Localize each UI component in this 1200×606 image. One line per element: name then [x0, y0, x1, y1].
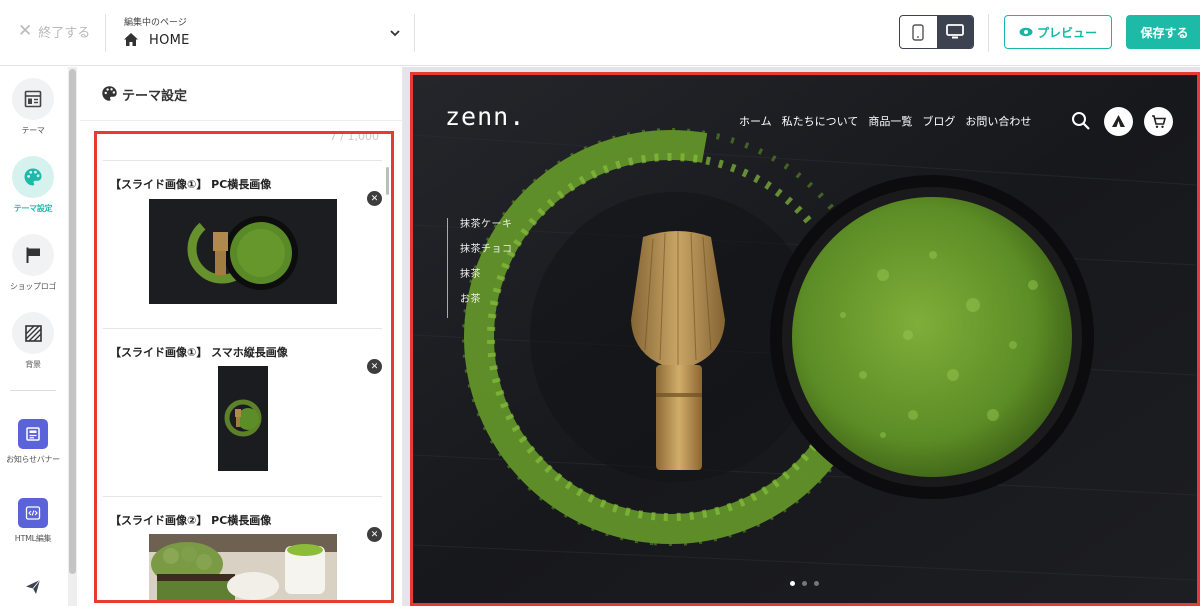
page-selector-value: HOME	[149, 33, 190, 48]
monitor-icon	[945, 24, 964, 39]
scrollbar-thumb[interactable]	[69, 69, 76, 574]
sidebar-rail: テーマ テーマ設定 ショップロゴ 背景 お知らせバナー HTML編集	[0, 67, 66, 606]
category-link[interactable]: 抹茶	[460, 268, 513, 293]
site-nav: ホーム 私たちについて 商品一覧 ブログ お問い合わせ	[739, 113, 1031, 129]
sidebar-item-label: お知らせバナー	[6, 455, 60, 464]
mobile-view-button[interactable]	[900, 16, 937, 48]
close-icon: ✕	[370, 529, 379, 540]
cart-icon	[1152, 115, 1166, 128]
sidebar-item-theme[interactable]: テーマ	[0, 78, 66, 136]
slider-dot[interactable]	[802, 581, 807, 586]
nav-item[interactable]: ホーム	[739, 113, 772, 129]
remove-image-button[interactable]: ✕	[367, 191, 382, 206]
cart-button[interactable]	[1144, 107, 1173, 136]
banner-icon	[26, 427, 40, 441]
nav-item[interactable]: ブログ	[922, 113, 955, 129]
chevron-down-icon	[390, 30, 400, 37]
panel-scrollbar-thumb[interactable]	[386, 167, 389, 195]
sidebar-scrollbar[interactable]	[68, 67, 77, 606]
save-button[interactable]: 保存する	[1126, 15, 1200, 49]
smartphone-icon	[912, 23, 924, 41]
sidebar-item-label: テーマ設定	[13, 204, 53, 213]
nav-item[interactable]: 私たちについて	[782, 113, 859, 129]
paper-plane-icon	[26, 579, 41, 594]
site-logo[interactable]: zenn.	[445, 102, 525, 131]
category-link[interactable]: 抹茶ケーキ	[460, 218, 513, 243]
slide-image-thumbnail[interactable]	[149, 199, 337, 304]
exit-button[interactable]: ✕ 終了する	[18, 21, 91, 42]
page-selector[interactable]: 編集中のページ HOME	[114, 12, 414, 54]
preview-label: プレビュー	[1036, 25, 1097, 40]
divider	[988, 14, 989, 52]
flag-icon	[26, 247, 40, 263]
account-button[interactable]	[1104, 107, 1133, 136]
sidebar-item-label: 背景	[25, 360, 41, 369]
panel-header: テーマ設定	[80, 67, 403, 121]
slide-settings-list: 7 / 1,000 【スライド画像①】 PC横長画像 ✕ 【スライド画像①】 ス…	[94, 131, 394, 603]
tent-icon	[1112, 115, 1125, 127]
search-icon[interactable]	[1071, 111, 1091, 131]
sidebar-item-notice-banner[interactable]: お知らせバナー	[0, 413, 66, 465]
slide-setting-item: 【スライド画像①】 スマホ縦長画像 ✕	[103, 328, 382, 496]
slide-setting-item: 【スライド画像②】 PC横長画像 ✕	[103, 496, 382, 603]
category-link[interactable]: 抹茶チョコ	[460, 243, 513, 268]
code-icon	[25, 506, 41, 520]
remove-image-button[interactable]: ✕	[367, 527, 382, 542]
desktop-view-button[interactable]	[936, 16, 973, 48]
sidebar-item-label: HTML編集	[14, 534, 52, 543]
slide-setting-title: 【スライド画像②】 PC横長画像	[110, 514, 272, 527]
slider-dot[interactable]	[814, 581, 819, 586]
close-icon: ✕	[370, 361, 379, 372]
slide-image-thumbnail[interactable]	[149, 534, 337, 603]
slider-dot[interactable]	[790, 581, 795, 586]
slide-setting-title: 【スライド画像①】 スマホ縦長画像	[110, 346, 288, 359]
sidebar-item-background[interactable]: 背景	[0, 312, 66, 370]
slide-setting-title: 【スライド画像①】 PC横長画像	[110, 178, 272, 191]
slide-image-thumbnail[interactable]	[218, 366, 268, 471]
panel-title: テーマ設定	[122, 89, 188, 104]
layout-icon	[24, 90, 42, 108]
sidebar-item-label: テーマ	[21, 126, 45, 135]
sidebar-item-label: ショップロゴ	[9, 282, 57, 291]
sidebar-item-html-edit[interactable]: HTML編集	[0, 492, 66, 544]
slider-pagination	[790, 581, 819, 586]
hero-slide-image	[413, 75, 1197, 603]
palette-icon	[102, 86, 117, 101]
side-category-menu: 抹茶ケーキ 抹茶チョコ 抹茶 お茶	[447, 218, 513, 318]
nav-item[interactable]: お問い合わせ	[965, 113, 1031, 129]
category-link[interactable]: お茶	[460, 293, 513, 318]
preview-button[interactable]: プレビュー	[1004, 15, 1112, 49]
top-bar: ✕ 終了する 編集中のページ HOME プレビュー 保存する	[0, 0, 1200, 66]
device-toggle	[899, 15, 974, 49]
remove-image-button[interactable]: ✕	[367, 359, 382, 374]
site-preview: zenn. ホーム 私たちについて 商品一覧 ブログ お問い合わせ 抹茶ケーキ …	[410, 72, 1200, 606]
exit-label: 終了する	[38, 26, 91, 41]
sidebar-item-shop-logo[interactable]: ショップロゴ	[0, 234, 66, 292]
close-icon: ✕	[18, 21, 33, 41]
character-counter: 7 / 1,000	[329, 131, 379, 143]
home-icon	[124, 33, 138, 46]
slide-setting-item: 【スライド画像①】 PC横長画像 ✕	[103, 160, 382, 328]
close-icon: ✕	[370, 193, 379, 204]
sidebar-item-theme-settings[interactable]: テーマ設定	[0, 156, 66, 214]
divider	[10, 390, 56, 391]
page-selector-caption: 編集中のページ	[124, 18, 187, 28]
divider	[105, 14, 106, 52]
theme-settings-panel: テーマ設定 7 / 1,000 【スライド画像①】 PC横長画像 ✕ 【スライド…	[80, 67, 403, 606]
palette-icon	[24, 168, 42, 186]
nav-item[interactable]: 商品一覧	[868, 113, 912, 129]
send-button[interactable]	[0, 579, 66, 599]
background-pattern-icon	[24, 324, 42, 342]
eye-icon	[1019, 27, 1033, 37]
divider	[414, 14, 415, 52]
